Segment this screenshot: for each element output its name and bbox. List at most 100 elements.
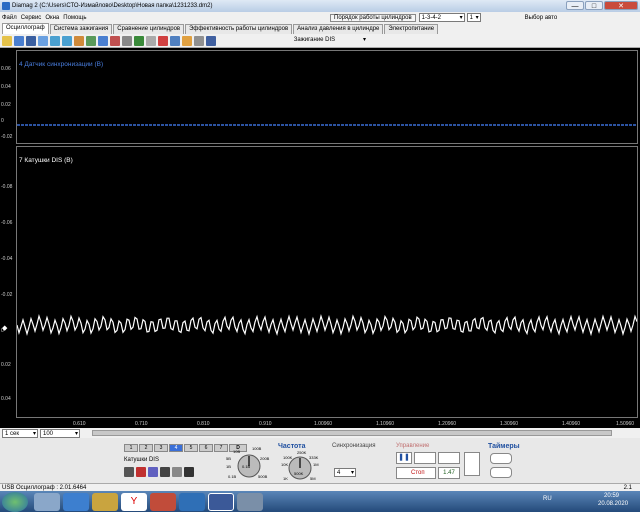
function-icon[interactable]: [172, 467, 182, 477]
menu-windows[interactable]: Окна: [45, 15, 59, 21]
export-icon[interactable]: [182, 35, 192, 46]
settings-icon[interactable]: [122, 35, 132, 46]
stop-button[interactable]: Стоп: [396, 467, 436, 479]
panel1-tick: -0.02: [1, 134, 13, 140]
close-button[interactable]: ✕: [604, 1, 638, 10]
x-tick: 0.910: [259, 421, 272, 427]
channel-panel-dis[interactable]: 7 Катушки DIS (В): [16, 146, 638, 418]
minimize-button[interactable]: —: [566, 1, 584, 10]
timebase-select[interactable]: 1 сек: [2, 428, 38, 438]
menu-service[interactable]: Сервис: [21, 15, 42, 21]
maximize-button[interactable]: □: [585, 1, 603, 10]
square-wave-icon[interactable]: [438, 452, 460, 464]
channel-2-button[interactable]: 2: [139, 444, 153, 452]
channel-5-button[interactable]: 5: [184, 444, 198, 452]
ignition-type-select[interactable]: Зажигание DIS: [262, 36, 367, 45]
info-icon[interactable]: [206, 35, 216, 46]
title-bar: Diamag 2 (C:\Users\СТО-Измайлово\Desktop…: [0, 0, 640, 12]
sine-wave-icon[interactable]: [414, 452, 436, 464]
control-title: Управление: [396, 443, 430, 449]
range-label: 500В: [258, 474, 268, 479]
freq-label: 333K: [309, 455, 319, 460]
filter-icon[interactable]: [170, 35, 180, 46]
toolbar: Зажигание DIS: [0, 34, 640, 48]
measure-icon[interactable]: [134, 35, 144, 46]
channel-4-button[interactable]: 4: [169, 444, 183, 452]
range-label: 0.1В: [228, 474, 237, 479]
tab-cylinder-efficiency[interactable]: Эффективность работы цилиндров: [185, 24, 293, 34]
coil-label: Катушки DIS: [124, 457, 159, 463]
clock-time[interactable]: 20:59: [604, 493, 619, 499]
horizontal-scrollbar[interactable]: [92, 430, 612, 436]
channel-6-button[interactable]: 6: [199, 444, 213, 452]
freq-label: 5M: [310, 476, 316, 481]
app-icon-2[interactable]: [150, 492, 176, 511]
clock-date[interactable]: 20.08.2020: [598, 501, 628, 507]
timer-1-button[interactable]: [490, 453, 512, 464]
sync-icon[interactable]: [194, 35, 204, 46]
signal-icon[interactable]: [98, 35, 108, 46]
channel-panel-sync[interactable]: 4 Датчик синхронизации (В): [16, 50, 638, 144]
sync-title: Синхронизация: [332, 443, 376, 449]
timer-2-button[interactable]: [490, 467, 512, 478]
auto-select-label[interactable]: Выбор авто: [525, 15, 558, 21]
yandex-icon[interactable]: Y: [121, 492, 147, 511]
print-icon[interactable]: [74, 35, 84, 46]
app-icon-3[interactable]: [179, 492, 205, 511]
probe-icon[interactable]: [184, 467, 194, 477]
sync-trace: [17, 124, 637, 126]
window-title: Diamag 2 (C:\Users\СТО-Измайлово\Desktop…: [12, 3, 213, 9]
language-indicator[interactable]: RU: [543, 496, 552, 502]
dis-trace-svg: [17, 313, 637, 337]
firing-order-label[interactable]: Порядок работы цилиндров: [330, 13, 416, 22]
oscilloscope-area: 0.06 0.04 0.02 0 -0.02 4 Датчик синхрони…: [0, 48, 640, 428]
folder-icon[interactable]: [92, 492, 118, 511]
menu-help[interactable]: Помощь: [63, 15, 86, 21]
panel2-marker-left[interactable]: ◆: [2, 324, 7, 332]
menu-file[interactable]: Файл: [2, 15, 17, 21]
open-icon[interactable]: [2, 35, 12, 46]
pause-button[interactable]: ❚❚: [396, 452, 412, 464]
app-icon: [2, 2, 10, 10]
arrows-icon[interactable]: [148, 467, 158, 477]
freq-value: 500K: [294, 471, 304, 476]
value-display: 1.47: [438, 467, 460, 479]
diamag-taskbar-icon[interactable]: [208, 492, 234, 511]
zoom-out-icon[interactable]: [62, 35, 72, 46]
tab-ignition-system[interactable]: Система зажигания: [49, 24, 113, 34]
explorer-icon[interactable]: [34, 492, 60, 511]
start-button[interactable]: [2, 491, 28, 512]
range-label: 10В: [233, 449, 241, 454]
cursor-icon[interactable]: [38, 35, 48, 46]
channel-1-button[interactable]: 1: [124, 444, 138, 452]
tab-cylinder-compare[interactable]: Сравнение цилиндров: [113, 24, 185, 34]
eye-icon[interactable]: [124, 467, 134, 477]
x-tick: 1.30960: [500, 421, 519, 427]
sync-channel-select[interactable]: 4: [334, 468, 356, 477]
grid-icon[interactable]: [146, 35, 156, 46]
mode-icon[interactable]: [464, 452, 480, 476]
tab-power-supply[interactable]: Электропитание: [384, 24, 439, 34]
panel1-tick: 0.02: [1, 102, 11, 108]
tab-pressure-analysis[interactable]: Анализ давления в цилиндре: [293, 24, 384, 34]
app-icon-4[interactable]: [237, 492, 263, 511]
x-tick: 1.00960: [314, 421, 333, 427]
save-icon[interactable]: [26, 35, 36, 46]
channels-icon[interactable]: [86, 35, 96, 46]
channel-3-button[interactable]: 3: [154, 444, 168, 452]
list-icon[interactable]: [160, 467, 170, 477]
panel1-tick: 0.06: [1, 66, 11, 72]
panel2-tick: -0.08: [1, 184, 13, 190]
tab-oscilloscope[interactable]: Осциллограф: [2, 23, 49, 34]
new-icon[interactable]: [14, 35, 24, 46]
firing-order-select[interactable]: 1-3-4-2: [418, 13, 465, 22]
trigger-icon[interactable]: [110, 35, 120, 46]
record-icon[interactable]: [158, 35, 168, 46]
channel-tools: [124, 467, 196, 477]
cylinder-select[interactable]: 1: [466, 13, 481, 22]
ie-icon[interactable]: [63, 492, 89, 511]
x-tick: 0.710: [135, 421, 148, 427]
zoom-in-icon[interactable]: [50, 35, 60, 46]
zoom-select[interactable]: 100: [40, 428, 80, 438]
color-icon[interactable]: [136, 467, 146, 477]
